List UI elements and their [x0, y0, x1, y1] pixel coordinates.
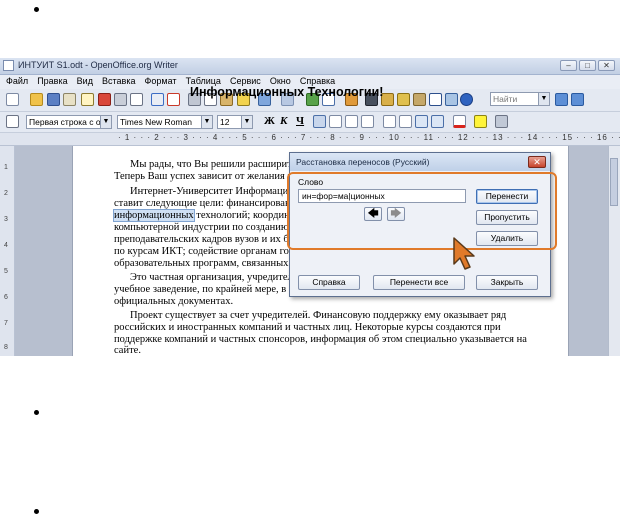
doc-line: преподавательских кадров вузов и их бес [114, 234, 299, 245]
menu-insert[interactable]: Вставка [102, 75, 135, 86]
vruler-mark: 8 [4, 344, 8, 351]
ruler-marks: · 1 · · · 2 · · · 3 · · · 4 · · · 5 · · … [118, 133, 620, 142]
doc-line-highlight: информационных технологий; координац [113, 209, 300, 223]
datasources-icon[interactable] [413, 93, 426, 106]
scrollbar-thumb[interactable] [610, 158, 618, 206]
close-button[interactable]: Закрыть [476, 275, 538, 290]
print-icon[interactable] [114, 93, 127, 106]
autospellcheck-icon[interactable] [167, 93, 180, 106]
doc-line: учебное заведение, по крайней мере, в то [114, 284, 299, 295]
find-previous-icon[interactable] [571, 93, 584, 106]
menu-format[interactable]: Формат [145, 75, 177, 86]
highlighted-word[interactable]: информационных [113, 209, 195, 222]
horizontal-ruler[interactable]: · 1 · · · 2 · · · 3 · · · 4 · · · 5 · · … [0, 133, 620, 146]
menu-edit[interactable]: Правка [37, 75, 67, 86]
vruler-mark: 2 [4, 190, 8, 197]
font-name-value: Times New Roman [120, 117, 192, 127]
mouse-cursor-icon [453, 237, 475, 270]
align-left-icon[interactable] [313, 115, 326, 128]
minimize-button[interactable]: – [560, 60, 577, 71]
document-heading: Информационных Технологии! [190, 85, 384, 99]
doc-line: технологий; координац [196, 210, 300, 221]
numbering-icon[interactable] [383, 115, 396, 128]
align-center-icon[interactable] [329, 115, 342, 128]
doc-line: Это частная организация, учредителям [130, 272, 305, 283]
document-icon [3, 60, 14, 71]
dialog-close-button[interactable]: ✕ [528, 156, 546, 168]
open-folder-icon[interactable] [30, 93, 43, 106]
doc-line: поддержке компаний и частных спонсоров, … [114, 334, 527, 345]
help-button[interactable]: Справка [298, 275, 360, 290]
hyphenate-all-button[interactable]: Перенести все [373, 275, 465, 290]
edit-file-icon[interactable] [81, 93, 94, 106]
bullet-middle [34, 410, 39, 415]
doc-line: Теперь Ваш успех зависит от желания и [114, 171, 294, 182]
save-icon[interactable] [47, 93, 60, 106]
find-next-icon[interactable] [555, 93, 568, 106]
vertical-scrollbar[interactable] [608, 146, 620, 356]
vruler-mark: 6 [4, 294, 8, 301]
formatting-toolbar: Первая строка с отсту ▼ Times New Roman … [0, 112, 620, 133]
paragraph-style-select[interactable]: Первая строка с отсту ▼ [26, 115, 112, 129]
window-titlebar: ИНТУИТ S1.odt - OpenOffice.org Writer – … [0, 58, 620, 75]
window-title: ИНТУИТ S1.odt - OpenOffice.org Writer [18, 60, 178, 70]
vruler-mark: 1 [4, 164, 8, 171]
help-icon[interactable] [460, 93, 473, 106]
underline-button[interactable]: Ч [296, 115, 304, 127]
font-size-value: 12 [220, 117, 230, 127]
bullet-top [34, 7, 39, 12]
font-size-select[interactable]: 12 ▼ [217, 115, 253, 129]
increase-indent-icon[interactable] [431, 115, 444, 128]
vertical-ruler[interactable]: 1 2 3 4 5 6 7 8 [0, 146, 15, 356]
doc-line: ставит следующие цели: финансирование [114, 198, 301, 209]
doc-line: образовательных программ, связанных с [114, 258, 296, 269]
font-name-select[interactable]: Times New Roman ▼ [117, 115, 213, 129]
vruler-mark: 3 [4, 216, 8, 223]
nonprinting-chars-icon[interactable] [429, 93, 442, 106]
highlighting-icon[interactable] [474, 115, 487, 128]
styles-icon[interactable] [6, 115, 19, 128]
chevron-down-icon[interactable]: ▼ [538, 93, 549, 105]
align-justify-icon[interactable] [361, 115, 374, 128]
find-placeholder: Найти [493, 94, 518, 104]
doc-line: Проект существует за счет учредителей. Ф… [130, 310, 507, 321]
dialog-titlebar: Расстановка переносов (Русский) ✕ [290, 153, 550, 171]
chevron-down-icon[interactable]: ▼ [100, 116, 111, 128]
page-preview-icon[interactable] [130, 93, 143, 106]
italic-button[interactable]: К [280, 115, 287, 127]
vruler-mark: 5 [4, 268, 8, 275]
doc-line: по курсам ИКТ; содействие органам госу [114, 246, 299, 257]
decrease-indent-icon[interactable] [415, 115, 428, 128]
vruler-mark: 4 [4, 242, 8, 249]
doc-line: сайте. [114, 345, 141, 356]
find-input[interactable]: Найти ▼ [490, 92, 550, 106]
spellcheck-icon[interactable] [151, 93, 164, 106]
close-window-button[interactable]: ✕ [598, 60, 615, 71]
doc-line: компьютерной индустрии по созданию уч [114, 222, 302, 233]
maximize-button[interactable]: □ [579, 60, 596, 71]
export-pdf-icon[interactable] [98, 93, 111, 106]
bullets-icon[interactable] [399, 115, 412, 128]
dialog-title: Расстановка переносов (Русский) [296, 157, 430, 167]
doc-line: официальных документах. [114, 296, 234, 307]
mail-icon[interactable] [63, 93, 76, 106]
bold-button[interactable]: Ж [264, 115, 275, 127]
doc-line: российских и иностранных компаний и част… [114, 322, 501, 333]
annotation-frame [287, 172, 557, 250]
gallery-icon[interactable] [397, 93, 410, 106]
menu-file[interactable]: Файл [6, 75, 28, 86]
bullet-bottom [34, 509, 39, 514]
align-right-icon[interactable] [345, 115, 358, 128]
chevron-down-icon[interactable]: ▼ [241, 116, 252, 128]
font-color-icon[interactable] [453, 115, 466, 128]
background-color-icon[interactable] [495, 115, 508, 128]
doc-line: Мы рады, что Вы решили расширить с [130, 159, 304, 170]
menu-view[interactable]: Вид [77, 75, 93, 86]
new-document-icon[interactable] [6, 93, 19, 106]
vruler-mark: 7 [4, 320, 8, 327]
chevron-down-icon[interactable]: ▼ [201, 116, 212, 128]
doc-line: Интернет-Университет Информацион [130, 186, 300, 197]
zoom-icon[interactable] [445, 93, 458, 106]
